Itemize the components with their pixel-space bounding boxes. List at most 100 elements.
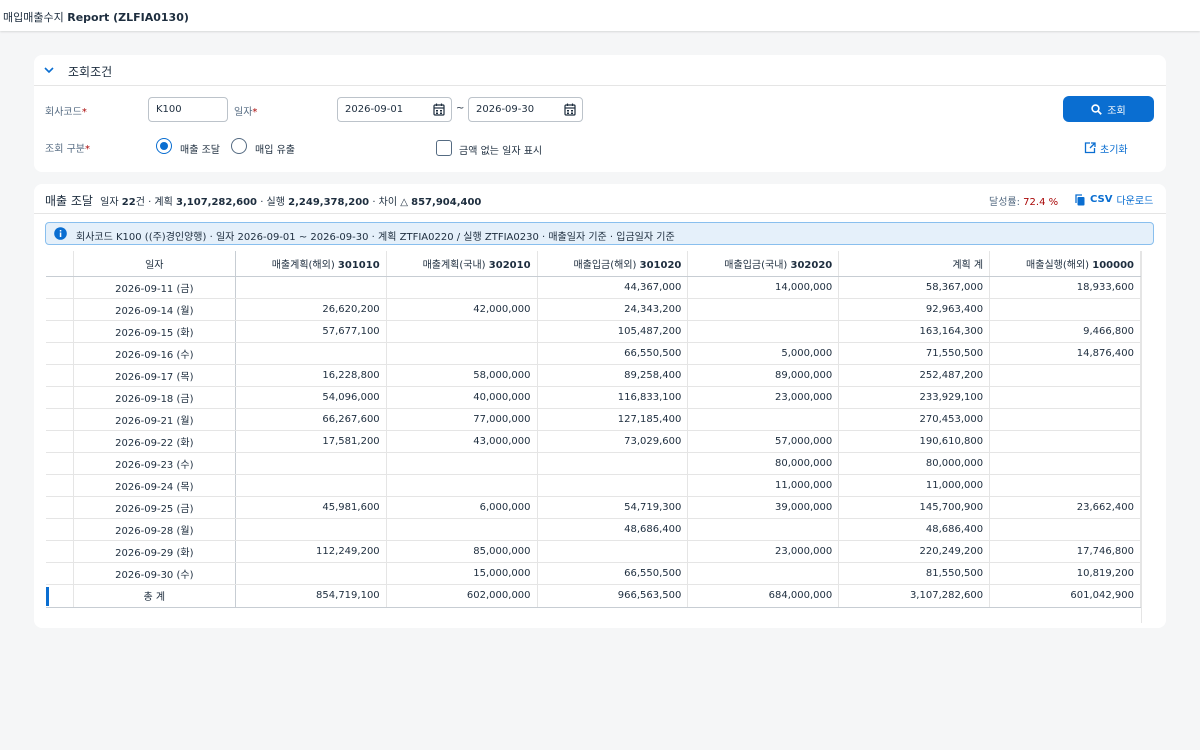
radio-sales-funding[interactable]	[156, 138, 172, 154]
amount-cell: 6,000,000	[386, 496, 538, 519]
amount-cell: 73,029,600	[537, 430, 689, 453]
row-selector[interactable]	[46, 386, 74, 409]
table-row[interactable]: 2026-09-11 (금) 44,367,000 14,000,000 58,367…	[46, 276, 1141, 299]
company-code-input[interactable]: K100	[148, 97, 228, 122]
amount-cell: 58,000,000	[386, 364, 538, 387]
table-row[interactable]: 2026-09-15 (화) 57,677,100 105,487,200 163,1…	[46, 320, 1141, 343]
amount-cell: 3,107,282,600	[838, 584, 991, 608]
column-header-sales-plan-domestic[interactable]: 매출계획(국내) 302010	[386, 251, 538, 277]
amount-cell: 23,662,400	[989, 496, 1141, 519]
column-header-sales-execution-overseas[interactable]: 매출실행(해외) 100000	[989, 251, 1141, 277]
date-cell: 2026-09-15 (화)	[73, 320, 236, 343]
date-cell: 2026-09-16 (수)	[73, 342, 236, 365]
amount-cell	[386, 342, 538, 365]
row-selector[interactable]	[46, 584, 74, 608]
row-selector[interactable]	[46, 342, 74, 365]
total-row[interactable]: 총 계 854,719,100 602,000,000 966,563,500 684,…	[46, 584, 1141, 608]
date-to-input[interactable]: 2026-09-30	[468, 97, 583, 122]
amount-cell: 252,487,200	[838, 364, 991, 387]
amount-cell	[989, 386, 1141, 409]
table-row[interactable]: 2026-09-16 (수) 66,550,500 5,000,000 71,550,…	[46, 342, 1141, 365]
search-button[interactable]: 조회	[1063, 96, 1154, 122]
info-message-strip: 회사코드 K100 ((주)경인양행) · 일자 2026-09-01 ~ 20…	[45, 222, 1154, 245]
result-toolbar: 매출 조달 일자 22건 · 계획 3,107,282,600 · 실행 2,2…	[34, 184, 1166, 214]
amount-cell: 42,000,000	[386, 298, 538, 321]
amount-cell	[989, 452, 1141, 475]
table-row[interactable]: 2026-09-24 (목) 11,000,000 11,000,000	[46, 474, 1141, 497]
amount-cell: 16,228,800	[235, 364, 387, 387]
execution-total: 2,249,378,200	[288, 197, 370, 208]
amount-cell: 66,267,600	[235, 408, 387, 431]
table-row[interactable]: 2026-09-25 (금) 45,981,600 6,000,000 54,719,…	[46, 496, 1141, 519]
row-selector[interactable]	[46, 540, 74, 563]
amount-cell	[386, 452, 538, 475]
difference-total: 857,904,400	[411, 197, 482, 208]
calendar-icon[interactable]	[564, 103, 576, 116]
radio-sales-funding-label[interactable]: 매출 조달	[180, 141, 220, 156]
table-row[interactable]: 2026-09-28 (월) 48,686,400 48,686,400	[46, 518, 1141, 541]
amount-cell: 77,000,000	[386, 408, 538, 431]
csv-download-button[interactable]: CSV 다운로드	[1074, 192, 1153, 207]
page-title-suffix: Report (ZLFIA0130)	[67, 11, 189, 24]
table-row[interactable]: 2026-09-14 (월) 26,620,200 42,000,000 24,343…	[46, 298, 1141, 321]
amount-cell: 80,000,000	[838, 452, 991, 475]
company-code-label: 회사코드*	[45, 107, 87, 118]
row-selector[interactable]	[46, 430, 74, 453]
table-row[interactable]: 2026-09-21 (월) 66,267,600 77,000,000 127,18…	[46, 408, 1141, 431]
row-selector[interactable]	[46, 276, 74, 299]
required-mark: *	[252, 107, 258, 118]
table-row[interactable]: 2026-09-30 (수) 15,000,000 66,550,500 81,550…	[46, 562, 1141, 585]
column-header-plan-total[interactable]: 계획 계	[838, 251, 991, 277]
column-header-sales-receipt-domestic[interactable]: 매출입금(국내) 302020	[687, 251, 840, 277]
amount-cell: 89,258,400	[537, 364, 689, 387]
show-empty-dates-label[interactable]: 금액 없는 일자 표시	[459, 142, 542, 157]
table-row[interactable]: 2026-09-18 (금) 54,096,000 40,000,000 116,83…	[46, 386, 1141, 409]
row-selector[interactable]	[46, 562, 74, 585]
page-title-prefix: 매입매출수지	[3, 11, 64, 24]
amount-cell: 18,933,600	[989, 276, 1141, 299]
filter-panel-header[interactable]: 조회조건	[34, 55, 1166, 86]
column-header-date[interactable]: 일자	[73, 251, 236, 277]
reset-button[interactable]: 초기화	[1084, 140, 1128, 156]
date-from-input[interactable]: 2026-09-01	[337, 97, 452, 122]
filter-panel-title: 조회조건	[68, 65, 113, 79]
calendar-icon[interactable]	[433, 103, 445, 116]
result-mode: 매출 조달	[45, 194, 93, 208]
date-cell: 2026-09-21 (월)	[73, 408, 236, 431]
row-selector[interactable]	[46, 452, 74, 475]
table-header-row: 일자 매출계획(해외) 301010 매출계획(국내) 302010 매출입금(…	[46, 251, 1141, 277]
date-cell: 2026-09-23 (수)	[73, 452, 236, 475]
table-row[interactable]: 2026-09-23 (수) 80,000,000 80,000,000	[46, 452, 1141, 475]
amount-cell: 48,686,400	[537, 518, 689, 541]
row-selector-header[interactable]	[46, 251, 74, 277]
row-selector[interactable]	[46, 408, 74, 431]
csv-label: CSV	[1090, 194, 1113, 205]
row-selector[interactable]	[46, 518, 74, 541]
table-body: 2026-09-11 (금) 44,367,000 14,000,000 58,367…	[46, 276, 1141, 608]
table-row[interactable]: 2026-09-17 (목) 16,228,800 58,000,000 89,258…	[46, 364, 1141, 387]
row-selector[interactable]	[46, 364, 74, 387]
vertical-scrollbar[interactable]	[1141, 251, 1154, 623]
amount-cell	[989, 430, 1141, 453]
amount-cell	[235, 276, 387, 299]
reset-button-label: 초기화	[1100, 144, 1128, 156]
amount-cell: 602,000,000	[386, 584, 538, 608]
radio-purchase-outflow-label[interactable]: 매입 유출	[255, 141, 295, 156]
show-empty-dates-checkbox[interactable]	[436, 140, 452, 156]
row-selector[interactable]	[46, 496, 74, 519]
table-row[interactable]: 2026-09-29 (화) 112,249,200 85,000,000 23,00…	[46, 540, 1141, 563]
column-header-sales-receipt-overseas[interactable]: 매출입금(해외) 301020	[537, 251, 689, 277]
search-icon	[1091, 103, 1103, 115]
row-selector[interactable]	[46, 298, 74, 321]
radio-purchase-outflow[interactable]	[231, 138, 247, 154]
amount-cell: 66,550,500	[537, 342, 689, 365]
row-selector[interactable]	[46, 320, 74, 343]
chevron-down-icon[interactable]	[42, 63, 56, 77]
amount-cell: 89,000,000	[687, 364, 840, 387]
row-selector[interactable]	[46, 474, 74, 497]
amount-cell: 57,677,100	[235, 320, 387, 343]
table-row[interactable]: 2026-09-22 (화) 17,581,200 43,000,000 73,029…	[46, 430, 1141, 453]
amount-cell	[687, 298, 840, 321]
column-header-sales-plan-overseas[interactable]: 매출계획(해외) 301010	[235, 251, 387, 277]
info-message-text: 회사코드 K100 ((주)경인양행) · 일자 2026-09-01 ~ 20…	[76, 232, 675, 243]
